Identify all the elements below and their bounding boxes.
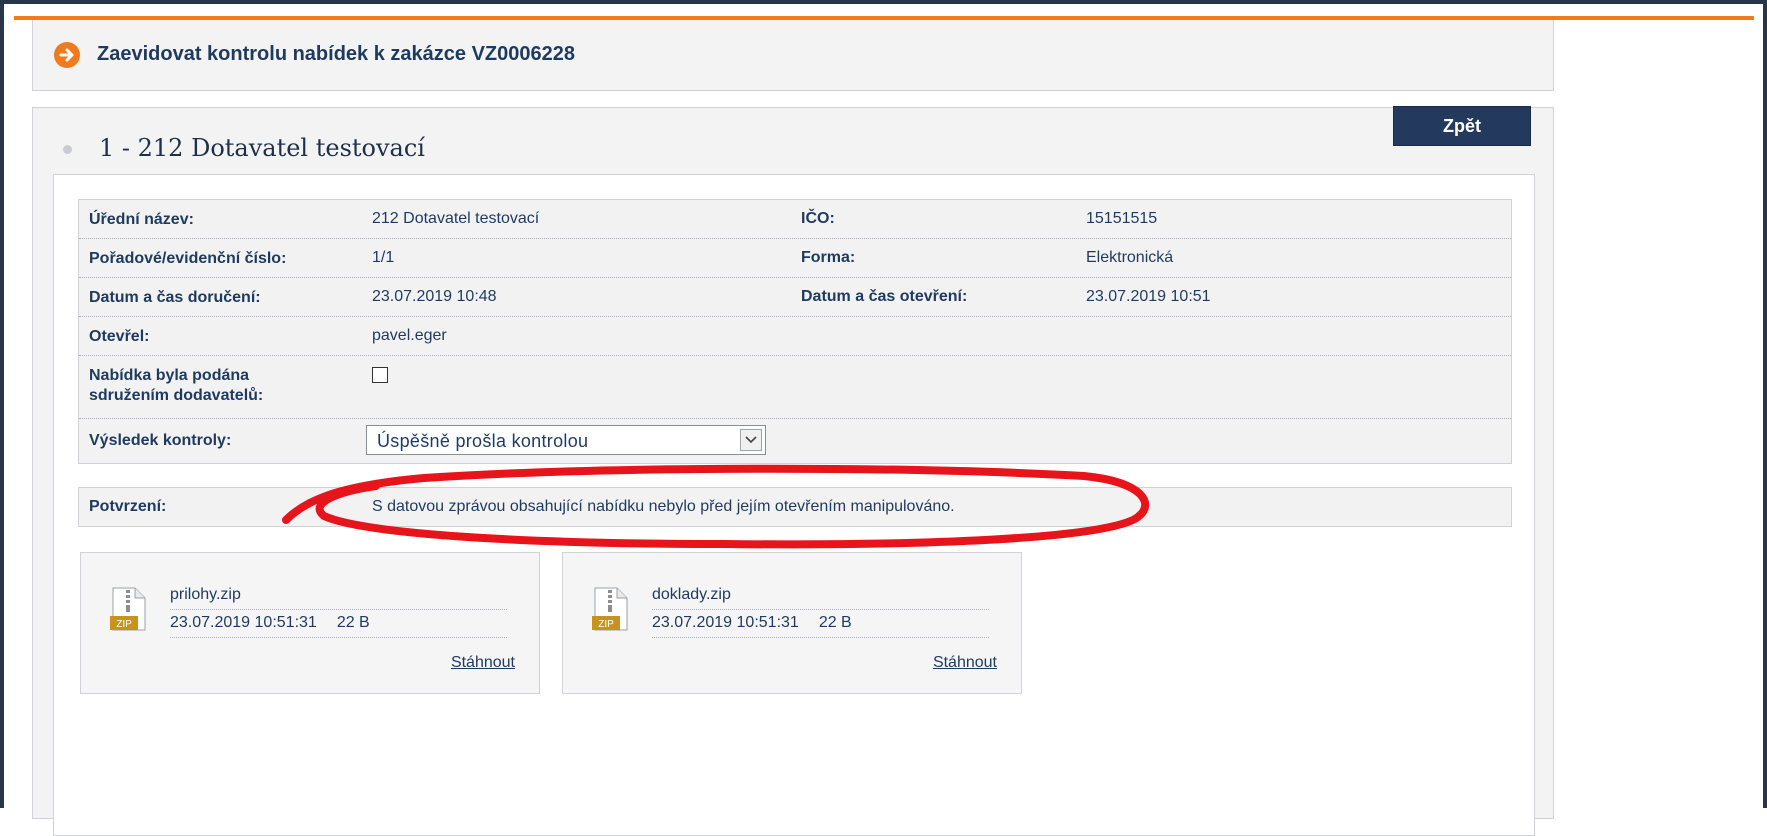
official-name-label: Úřední název:: [89, 211, 194, 228]
consortium-label: Nabídka byla podána sdružením dodavatelů…: [89, 366, 263, 406]
table-row: Výsledek kontroly: Úspěšně prošla kontro…: [79, 419, 1511, 463]
order-number-value: 1/1: [372, 249, 395, 266]
offer-panel: 1 - 212 Dotavatel testovací Zpět Úřední …: [32, 106, 1554, 836]
form-label: Forma:: [801, 249, 856, 266]
opening-value: 23.07.2019 10:51: [1086, 288, 1211, 305]
opened-by-label: Otevřel:: [89, 328, 150, 345]
file-date: 23.07.2019 10:51:31: [170, 614, 317, 631]
file-name: prilohy.zip: [170, 586, 241, 603]
opened-by-value: pavel.eger: [372, 327, 447, 344]
divider: [652, 609, 989, 610]
attachment-card: ZIP doklady.zip 23.07.2019 10:51:31 22 B …: [562, 552, 1022, 694]
zip-file-icon: ZIP: [109, 587, 149, 631]
svg-text:ZIP: ZIP: [598, 619, 614, 630]
file-date: 23.07.2019 10:51:31: [652, 614, 799, 631]
download-link[interactable]: Stáhnout: [933, 654, 997, 672]
confirmation-label: Potvrzení:: [89, 498, 167, 515]
result-select-value: Úspěšně prošla kontrolou: [377, 431, 589, 451]
arrow-right-icon: [54, 42, 80, 68]
svg-text:ZIP: ZIP: [116, 619, 132, 630]
opening-label: Datum a čas otevření:: [801, 288, 968, 305]
table-row: Pořadové/evidenční číslo: 1/1 Forma: Ele…: [79, 239, 1511, 278]
result-select[interactable]: Úspěšně prošla kontrolou: [366, 425, 766, 455]
divider: [170, 609, 507, 610]
divider: [652, 637, 989, 638]
download-link[interactable]: Stáhnout: [451, 654, 515, 672]
delivery-value: 23.07.2019 10:48: [372, 288, 497, 305]
consortium-label-line2: sdružením dodavatelů:: [89, 387, 264, 404]
confirmation-text: S datovou zprávou obsahující nabídku neb…: [372, 498, 955, 515]
file-meta: 23.07.2019 10:51:31 22 B: [170, 614, 370, 632]
file-size: 22 B: [336, 614, 370, 631]
details-table: Úřední název: 212 Dotavatel testovací IČ…: [78, 199, 1512, 464]
file-size: 22 B: [818, 614, 852, 631]
form-value: Elektronická: [1086, 249, 1174, 266]
bullet-icon: [63, 145, 72, 154]
divider: [170, 637, 507, 638]
confirmation-row: Potvrzení: S datovou zprávou obsahující …: [78, 487, 1512, 527]
zip-file-icon: ZIP: [591, 587, 631, 631]
chevron-down-icon[interactable]: [740, 429, 762, 451]
consortium-checkbox[interactable]: [372, 367, 388, 383]
official-name-value: 212 Dotavatel testovací: [372, 210, 540, 227]
page-header: Zaevidovat kontrolu nabídek k zakázce VZ…: [32, 20, 1554, 91]
delivery-label: Datum a čas doručení:: [89, 289, 261, 306]
table-row: Otevřel: pavel.eger: [79, 317, 1511, 356]
offer-details-panel: Úřední název: 212 Dotavatel testovací IČ…: [53, 174, 1535, 836]
page-title: Zaevidovat kontrolu nabídek k zakázce VZ…: [97, 43, 575, 65]
window-frame: Zaevidovat kontrolu nabídek k zakázce VZ…: [0, 0, 1767, 836]
section-title: 1 - 212 Dotavatel testovací: [99, 134, 425, 162]
table-row: Datum a čas doručení: 23.07.2019 10:48 D…: [79, 278, 1511, 317]
attachment-card: ZIP prilohy.zip 23.07.2019 10:51:31 22 B …: [80, 552, 540, 694]
file-meta: 23.07.2019 10:51:31 22 B: [652, 614, 852, 632]
ico-label: IČO:: [801, 210, 835, 227]
result-label: Výsledek kontroly:: [89, 432, 232, 449]
table-row: Nabídka byla podána sdružením dodavatelů…: [79, 356, 1511, 419]
back-button[interactable]: Zpět: [1393, 106, 1531, 146]
file-name: doklady.zip: [652, 586, 731, 603]
order-number-label: Pořadové/evidenční číslo:: [89, 250, 287, 267]
consortium-label-line1: Nabídka byla podána: [89, 367, 250, 384]
ico-value: 15151515: [1086, 210, 1158, 227]
table-row: Úřední název: 212 Dotavatel testovací IČ…: [79, 200, 1511, 239]
